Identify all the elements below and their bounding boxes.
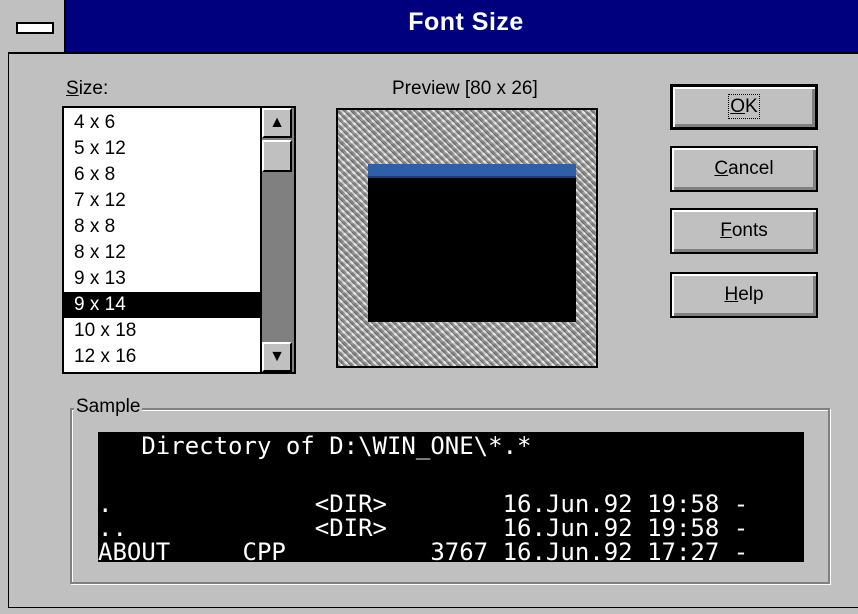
preview-area <box>336 108 598 368</box>
arrow-up-icon: ▲ <box>269 114 285 131</box>
sample-line: ABOUT CPP 3767 16.Jun.92 17:27 - <box>98 538 749 562</box>
sample-line: .. <DIR> 16.Jun.92 19:58 - <box>98 514 749 542</box>
fonts-button-label: Fonts <box>720 220 768 241</box>
arrow-down-icon: ▼ <box>269 348 285 365</box>
size-listbox[interactable]: 4 x 65 x 12 6 x 87 x 12 8 x 88 x 12 9 x 13 9… <box>62 106 296 374</box>
fonts-button[interactable]: Fonts <box>670 208 818 254</box>
sample-line: . <DIR> 16.Jun.92 19:58 - <box>98 490 749 518</box>
preview-window <box>368 164 576 322</box>
size-list-item[interactable]: 8 x 12 <box>64 240 264 266</box>
cancel-button-label: Cancel <box>714 158 774 179</box>
size-list-item[interactable]: 5 x 12 <box>64 136 264 162</box>
size-list-item[interactable]: 9 x 14 <box>64 292 264 318</box>
size-list-item[interactable]: 10 x 18 <box>64 318 264 344</box>
size-label: Size: <box>66 78 109 99</box>
preview-titlebar <box>368 164 576 178</box>
window-title: Font Size <box>408 8 524 36</box>
sample-label: Sample <box>74 396 143 418</box>
scroll-thumb[interactable] <box>262 140 292 172</box>
scroll-up-button[interactable]: ▲ <box>262 108 292 138</box>
help-button-label: Help <box>724 284 764 305</box>
size-list-items: 4 x 65 x 12 6 x 87 x 12 8 x 88 x 12 9 x 13 9… <box>64 110 264 370</box>
size-list-item[interactable]: 7 x 12 <box>64 188 264 214</box>
size-list-item[interactable]: 12 x 16 <box>64 344 264 370</box>
title-bar: Font Size <box>8 0 858 54</box>
help-button[interactable]: Help <box>670 272 818 318</box>
system-menu-icon <box>16 22 54 34</box>
size-list-item[interactable]: 6 x 8 <box>64 162 264 188</box>
preview-label: Preview [80 x 26] <box>392 78 538 99</box>
sample-line: Directory of D:\WIN_ONE\*.* <box>98 432 532 460</box>
scroll-down-button[interactable]: ▼ <box>262 342 292 372</box>
system-menu-button[interactable] <box>8 0 66 52</box>
ok-button-label: OK <box>728 94 760 119</box>
font-size-dialog: Font Size Size: 4 x 65 x 12 6 x 87 x 12 8 … <box>0 0 858 614</box>
sample-text-area: Directory of D:\WIN_ONE\*.* . <DIR> 16.Ju… <box>98 432 804 562</box>
cancel-button[interactable]: Cancel <box>670 146 818 192</box>
size-scrollbar[interactable]: ▲ ▼ <box>260 108 294 372</box>
ok-button[interactable]: OK <box>670 84 818 130</box>
size-list-item[interactable]: 4 x 6 <box>64 110 264 136</box>
size-list-item[interactable]: 9 x 13 <box>64 266 264 292</box>
size-list-item[interactable]: 8 x 8 <box>64 214 264 240</box>
